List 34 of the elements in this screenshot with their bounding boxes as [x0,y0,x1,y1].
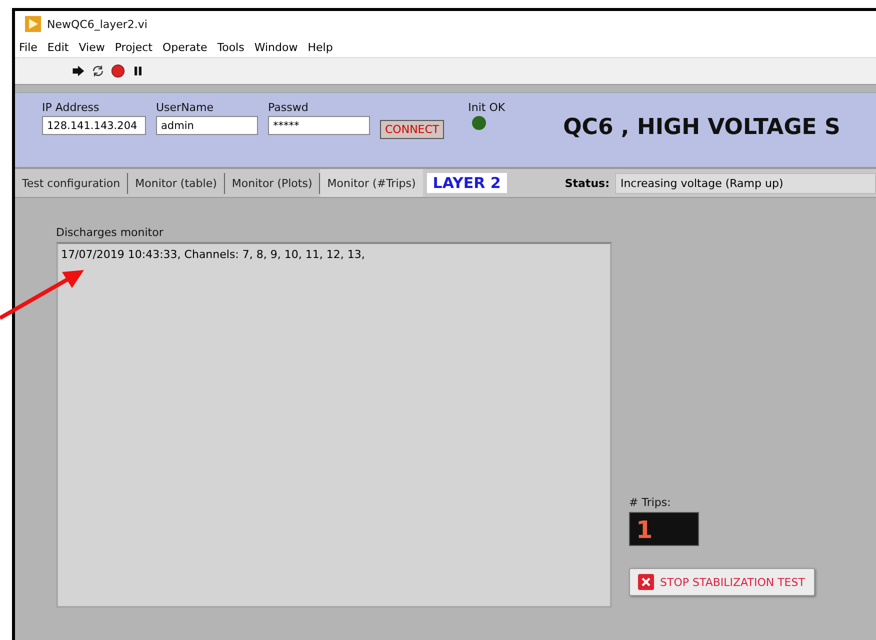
close-icon [638,574,654,590]
menu-item[interactable]: View [78,40,105,54]
app-icon [25,16,41,32]
tab[interactable]: Test configuration [15,172,128,194]
menu-item[interactable]: Edit [47,40,69,54]
menu-item[interactable]: Operate [162,40,208,54]
run-icon[interactable] [71,64,85,78]
status-field: Increasing voltage (Ramp up) [615,172,876,194]
discharges-text-box[interactable]: 17/07/2019 10:43:33, Channels: 7, 8, 9, 10, 11, 12, 13, [56,242,612,608]
menu-item[interactable]: Window [254,40,298,54]
menu-item[interactable]: Help [308,40,333,54]
input-field[interactable]: ***** [268,116,370,135]
abort-icon[interactable] [111,64,125,78]
menu-item[interactable]: Tools [217,40,244,54]
tab[interactable]: Monitor (#Trips) [320,169,423,197]
trips-label: # Trips: [629,496,671,509]
menu-item[interactable]: File [19,40,38,54]
monitor-label: Discharges monitor [56,226,164,239]
field-label: IP Address [42,101,100,114]
trips-indicator: 1 [629,512,699,546]
field-label: UserName [156,101,215,114]
stop-button[interactable]: STOP STABILIZATION TEST [629,568,815,596]
menu-item[interactable]: Project [114,40,152,54]
field-label: Passwd [268,101,310,114]
log-line: 17/07/2019 10:43:33, Channels: 7, 8, 9, 10, 11, 12, 13, [61,248,366,261]
run-continuously-icon[interactable] [91,64,105,78]
input-field[interactable]: admin [156,116,258,135]
panel-title: QC6 , HIGH VOLTAGE S [563,115,840,140]
tab[interactable]: Monitor (table) [128,172,225,194]
layer-label: LAYER 2 [426,173,507,193]
window-title: NewQC6_layer2.vi [47,18,148,30]
led-label: Init OK [468,101,506,114]
input-field[interactable]: 128.141.143.204 [42,116,146,135]
status-label: Status: [564,176,610,190]
